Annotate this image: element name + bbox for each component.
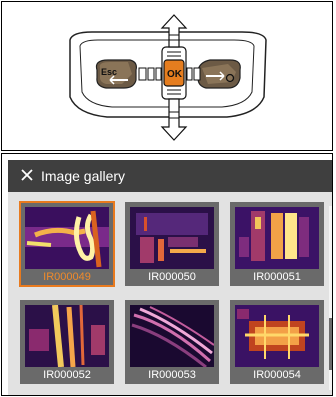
thermal-image: [130, 207, 214, 269]
thumbnail-ir000049[interactable]: IR000049: [19, 201, 115, 287]
thumbnail-label: IR000049: [43, 271, 91, 283]
thermal-image: [25, 305, 109, 367]
thermal-image: [25, 207, 109, 269]
scrollbar-thumb[interactable]: [329, 318, 332, 370]
thumbnail-ir000050[interactable]: IR000050: [125, 202, 219, 286]
thumbnail-grid: IR000049 IR000050 IR000051 IR000052 IR00…: [8, 192, 332, 395]
left-arrow-icon: [138, 67, 162, 81]
thumbnail-label: IR000054: [253, 369, 301, 381]
thumbnail-label: IR000052: [43, 369, 91, 381]
joystick[interactable]: OK: [161, 46, 187, 100]
screen-panel: Image gallery IR000049 IR000050 IR000051…: [1, 153, 333, 396]
close-icon[interactable]: [20, 168, 34, 182]
gallery-title: Image gallery: [41, 168, 126, 184]
thermal-image: [235, 207, 319, 269]
thumbnail-ir000051[interactable]: IR000051: [230, 202, 324, 286]
esc-key[interactable]: Esc: [95, 59, 137, 89]
scrollbar[interactable]: [329, 206, 332, 390]
thermal-image: [235, 305, 319, 367]
ok-label: OK: [167, 69, 183, 80]
esc-label: Esc: [101, 67, 117, 77]
thumbnail-label: IR000051: [253, 271, 301, 283]
device-keypad-diagram: Esc OK: [1, 1, 333, 151]
thumbnail-label: IR000053: [148, 369, 196, 381]
gallery-screen: Image gallery IR000049 IR000050 IR000051…: [8, 160, 332, 395]
thumbnail-ir000052[interactable]: IR000052: [20, 300, 114, 384]
gallery-header: Image gallery: [8, 160, 332, 192]
thermal-image: [130, 305, 214, 367]
thumbnail-label: IR000050: [148, 271, 196, 283]
thumbnail-ir000053[interactable]: IR000053: [125, 300, 219, 384]
thumbnail-ir000054[interactable]: IR000054: [230, 300, 324, 384]
